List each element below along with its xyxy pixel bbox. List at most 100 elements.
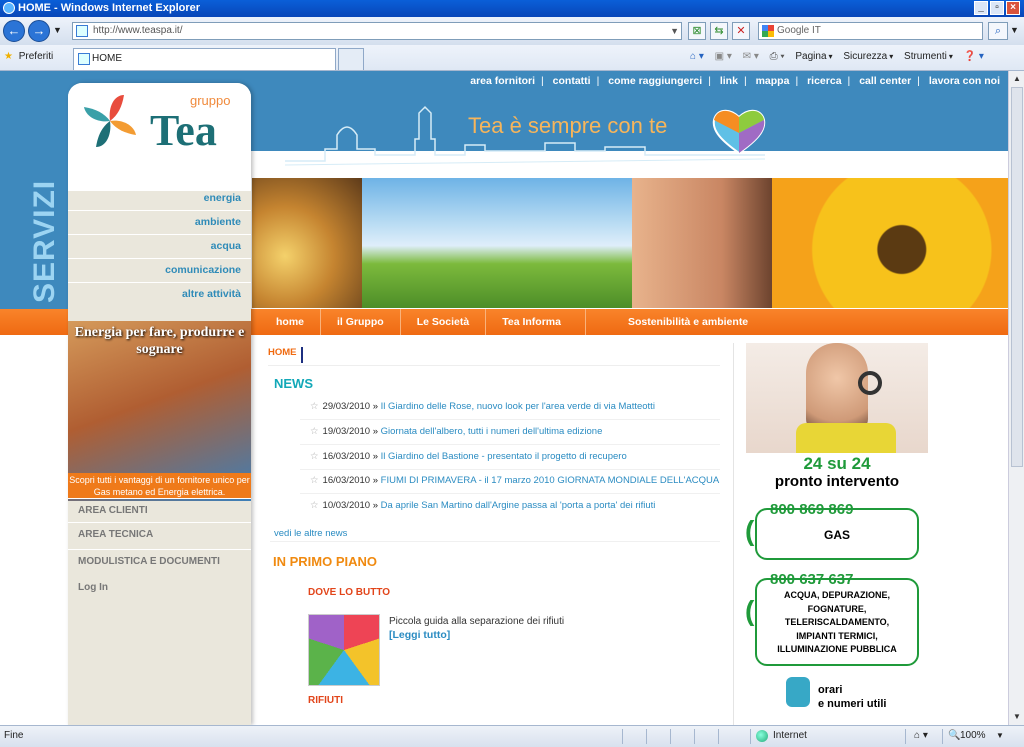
maximize-button[interactable]: ▫	[990, 1, 1004, 15]
orari-link[interactable]: orari e numeri utili	[818, 683, 886, 711]
back-button[interactable]: ←	[3, 20, 25, 42]
search-input[interactable]: Google IT	[758, 22, 983, 40]
modulistica-button[interactable]: MODULISTICA E DOCUMENTI	[68, 549, 251, 575]
vertical-scrollbar[interactable]: ▲ ▼	[1008, 71, 1024, 725]
status-bar: Fine Internet ⌂ ▾ 🔍 100% ▼	[0, 725, 1024, 747]
recycling-bins-image[interactable]	[308, 614, 380, 686]
zoom-icon[interactable]: 🔍	[948, 726, 960, 746]
girl-drinking-image	[632, 178, 782, 308]
link-come-raggiungerci[interactable]: come raggiungerci	[608, 75, 702, 87]
news-title[interactable]: Il Giardino delle Rose, nuovo look per l…	[381, 401, 655, 412]
link-area-fornitori[interactable]: area fornitori	[470, 75, 535, 87]
acqua-services: ACQUA, DEPURAZIONE, FOGNATURE, TELERISCA…	[755, 589, 919, 657]
news-date: 16/03/2010	[322, 451, 371, 462]
forward-button[interactable]: →	[28, 20, 50, 42]
news-title[interactable]: Giornata dell'albero, tutti i numeri del…	[381, 426, 603, 437]
address-field[interactable]: http://www.teaspa.it/ ▼	[72, 22, 682, 40]
fiber-optics-image	[252, 178, 362, 308]
news-date: 16/03/2010	[322, 475, 371, 486]
mail-icon[interactable]: ✉ ▾	[743, 51, 759, 62]
side-link-energia[interactable]: energia	[68, 186, 251, 210]
h24-label: 24 su 24	[803, 454, 871, 473]
nav-le-societa[interactable]: Le Società	[401, 309, 487, 335]
link-link[interactable]: link	[720, 75, 738, 87]
nav-sostenibilita[interactable]: Sostenibilità e ambiente	[586, 309, 764, 335]
side-link-altre-attivita[interactable]: altre attività	[68, 282, 251, 306]
service-line: IMPIANTI TERMICI,	[796, 630, 878, 641]
home-icon[interactable]: ⌂ ▾	[690, 51, 704, 62]
news-item[interactable]: ☆ 10/03/2010 » Da aprile San Martino dall…	[310, 500, 655, 511]
news-item[interactable]: ☆ 16/03/2010 » Il Giardino del Bastione -…	[310, 451, 627, 462]
tea-logo[interactable]: gruppo Tea	[68, 83, 251, 191]
dove-lo-butto-title[interactable]: DOVE LO BUTTO	[308, 587, 390, 598]
link-call-center[interactable]: call center	[859, 75, 911, 87]
side-panel: gruppo Tea energia ambiente acqua comuni…	[68, 83, 251, 725]
phone-handset-icon: (	[745, 515, 755, 546]
rifiuti-title[interactable]: RIFIUTI	[308, 695, 343, 706]
breadcrumb[interactable]: HOME	[268, 347, 303, 363]
link-mappa[interactable]: mappa	[756, 75, 790, 87]
promo-caption: Scopri tutti i vantaggi di un fornitore …	[68, 473, 251, 499]
news-star-icon: ☆	[310, 500, 319, 511]
news-item[interactable]: ☆ 19/03/2010 » Giornata dell'albero, tutt…	[310, 426, 602, 437]
news-item[interactable]: ☆ 29/03/2010 » Il Giardino delle Rose, nu…	[310, 401, 655, 412]
login-link[interactable]: Log In	[68, 576, 251, 602]
favorites-button[interactable]: ★ Preferiti	[4, 51, 53, 62]
acqua-phone-number[interactable]: 800 637 637	[770, 571, 853, 588]
link-contatti[interactable]: contatti	[553, 75, 591, 87]
side-link-comunicazione[interactable]: comunicazione	[68, 258, 251, 282]
scrollbar-thumb[interactable]	[1011, 87, 1023, 467]
stop-icon[interactable]: ✕	[732, 22, 750, 40]
more-news-link[interactable]: vedi le altre news	[274, 528, 347, 539]
side-link-ambiente[interactable]: ambiente	[68, 210, 251, 234]
promo-title: Energia per fare, produrre e sognare	[74, 325, 245, 357]
feeds-icon[interactable]: ▣ ▾	[715, 51, 732, 62]
read-more-link[interactable]: [Leggi tutto]	[389, 629, 450, 641]
link-ricerca[interactable]: ricerca	[807, 75, 841, 87]
news-divider	[300, 493, 720, 494]
history-dropdown-icon[interactable]: ▼	[53, 25, 62, 35]
refresh-icon[interactable]: ⇆	[710, 22, 728, 40]
news-star-icon: ☆	[310, 401, 319, 412]
new-tab-button[interactable]	[338, 48, 364, 70]
security-menu[interactable]: Sicurezza	[843, 51, 887, 62]
side-link-acqua[interactable]: acqua	[68, 234, 251, 258]
scroll-down-icon[interactable]: ▼	[1011, 711, 1023, 723]
gas-phone-number[interactable]: 800 869 869	[770, 501, 853, 518]
browser-tab[interactable]: HOME	[73, 48, 336, 70]
scroll-up-icon[interactable]: ▲	[1011, 73, 1023, 85]
news-title[interactable]: Il Giardino del Bastione - presentato il…	[381, 451, 627, 462]
address-dropdown-icon[interactable]: ▼	[670, 23, 679, 39]
search-icon[interactable]: ⌕	[988, 22, 1008, 40]
news-title[interactable]: FIUMI DI PRIMAVERA - il 17 marzo 2010 GI…	[381, 475, 720, 486]
star-icon: ★	[4, 51, 13, 62]
nav-il-gruppo[interactable]: il Gruppo	[321, 309, 401, 335]
news-star-icon: ☆	[310, 475, 319, 486]
zoom-level[interactable]: 100%	[960, 726, 986, 746]
protected-mode-icon[interactable]: ⌂ ▾	[914, 726, 928, 746]
news-title[interactable]: Da aprile San Martino dall'Argine passa …	[381, 500, 656, 511]
search-options-icon[interactable]: ▼	[1010, 25, 1019, 35]
breadcrumb-divider	[268, 365, 720, 366]
area-clienti-button[interactable]: AREA CLIENTI	[68, 498, 251, 524]
nav-home[interactable]: home	[260, 309, 322, 335]
print-icon[interactable]: ⎙ ▾	[770, 51, 785, 62]
tools-menu[interactable]: Strumenti	[904, 51, 947, 62]
zoom-dropdown-icon[interactable]: ▼	[996, 726, 1004, 746]
telephone-icon[interactable]	[786, 677, 810, 707]
page-menu[interactable]: Pagina	[795, 51, 826, 62]
promo-banner[interactable]: Energia per fare, produrre e sognare Sco…	[68, 321, 251, 501]
nav-tea-informa[interactable]: Tea Informa	[486, 309, 586, 335]
news-item[interactable]: ☆ 16/03/2010 » FIUMI DI PRIMAVERA - il 17…	[310, 475, 719, 486]
status-divider	[750, 729, 751, 744]
news-star-icon: ☆	[310, 451, 319, 462]
close-window-button[interactable]: ×	[1006, 1, 1020, 15]
news-divider	[300, 419, 720, 420]
help-icon[interactable]: ❓ ▾	[964, 51, 984, 62]
minimize-button[interactable]: _	[974, 1, 988, 15]
status-divider	[670, 729, 671, 744]
area-tecnica-button[interactable]: AREA TECNICA	[68, 522, 251, 548]
compatibility-icon[interactable]: ⊠	[688, 22, 706, 40]
pronto-intervento-label: pronto intervento	[774, 473, 900, 490]
link-lavora-con-noi[interactable]: lavora con noi	[929, 75, 1000, 87]
